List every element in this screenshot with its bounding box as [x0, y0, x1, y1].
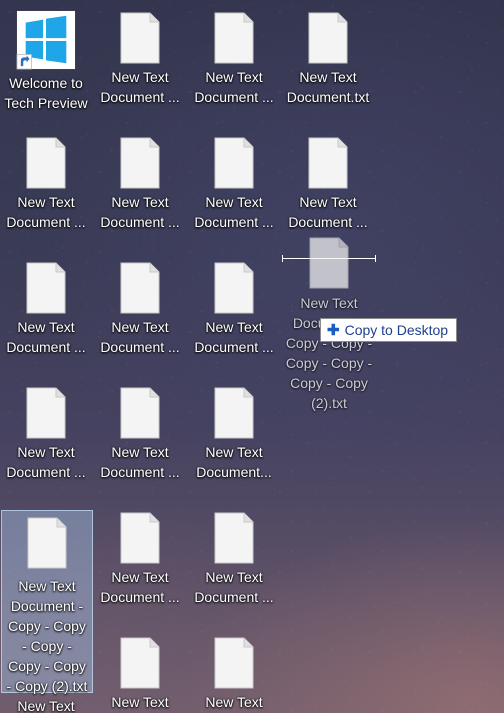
desktop-icon-text-file[interactable]: New Text Document ... — [188, 0, 280, 107]
text-file-icon — [308, 137, 348, 189]
plus-icon: ✚ — [327, 322, 340, 339]
desktop-icon-text-file[interactable]: New Text Document ... — [188, 250, 280, 357]
desktop-icon-text-file[interactable]: New Text Document ... — [282, 125, 374, 232]
drag-ghost-label: New Text Document - Copy - Copy - Copy -… — [285, 295, 373, 411]
desktop-icon-label: New Text Document ... — [6, 194, 86, 230]
windows-logo-icon — [16, 10, 76, 70]
desktop-icon-text-file[interactable]: New Text — [94, 625, 186, 712]
text-file-icon — [120, 512, 160, 564]
desktop-icon-text-file[interactable]: New Text Document.txt — [282, 0, 374, 107]
text-file-icon — [120, 262, 160, 314]
desktop-icon-label: New Text Document ... — [6, 319, 86, 355]
desktop-icon-label: New Text Document ... — [100, 444, 180, 480]
desktop-icon-text-file[interactable]: New Text Document ... — [94, 125, 186, 232]
text-file-icon — [120, 637, 160, 689]
desktop-icon-label: New Text Document... — [196, 444, 272, 480]
desktop-icon-label: New Text Document ... — [194, 569, 274, 605]
desktop-icon-label: New Text — [205, 694, 263, 710]
desktop-icon-label: New Text Document - Copy - Copy - Copy -… — [6, 578, 88, 694]
desktop-icon-label: New Text Document.txt — [286, 69, 370, 105]
desktop-icon-text-file[interactable]: New Text Document ... — [188, 125, 280, 232]
desktop-icon-label: New Text — [111, 694, 169, 710]
text-file-icon — [308, 12, 348, 64]
desktop-icon-text-file[interactable]: New Text — [0, 690, 92, 713]
desktop-icon-label: New Text Document ... — [100, 69, 180, 105]
drop-tooltip: ✚ Copy to Desktop — [320, 318, 458, 342]
desktop-icon-text-file[interactable]: New Text Document ... — [0, 375, 92, 482]
drop-tooltip-label: Copy to Desktop — [344, 322, 449, 338]
text-file-icon — [214, 262, 254, 314]
text-file-icon — [26, 137, 66, 189]
desktop-icon-label: Welcome to Tech Preview — [4, 75, 88, 111]
desktop-icon-welcome-shortcut[interactable]: Welcome to Tech Preview — [0, 0, 92, 113]
text-file-icon — [309, 237, 349, 289]
text-file-icon — [214, 137, 254, 189]
desktop-icon-text-file[interactable]: New Text Document ... — [94, 0, 186, 107]
desktop-icon-text-file[interactable]: New Text Document ... — [0, 125, 92, 232]
text-file-icon — [26, 262, 66, 314]
text-file-icon — [27, 517, 67, 569]
desktop-icon-text-file[interactable]: New Text Document ... — [94, 500, 186, 607]
text-file-icon — [120, 12, 160, 64]
desktop-icon-text-file[interactable]: New Text Document ... — [0, 250, 92, 357]
desktop-icon-label: New Text Document ... — [6, 444, 86, 480]
desktop-icon-label: New Text — [17, 698, 75, 713]
desktop-icon-text-file-selected[interactable]: New Text Document - Copy - Copy - Copy -… — [1, 510, 93, 694]
desktop-icon-label: New Text Document ... — [288, 194, 368, 230]
text-file-icon — [120, 137, 160, 189]
desktop-icon-label: New Text Document ... — [100, 569, 180, 605]
text-file-icon — [120, 387, 160, 439]
desktop-icon-label: New Text Document ... — [194, 319, 274, 355]
desktop-icon-text-file[interactable]: New Text Document ... — [94, 375, 186, 482]
text-file-icon — [26, 387, 66, 439]
desktop-icon-label: New Text Document ... — [194, 69, 274, 105]
text-file-icon — [214, 512, 254, 564]
desktop-icon-label: New Text Document ... — [194, 194, 274, 230]
desktop-icon-text-file[interactable]: New Text Document ... — [94, 250, 186, 357]
desktop-icon-text-file[interactable]: New Text Document ... — [188, 500, 280, 607]
desktop-icon-text-file[interactable]: New Text Document... — [188, 375, 280, 482]
text-file-icon — [214, 387, 254, 439]
text-file-icon — [214, 12, 254, 64]
text-file-icon — [214, 637, 254, 689]
desktop-icon-label: New Text Document ... — [100, 194, 180, 230]
desktop-icon-label: New Text Document ... — [100, 319, 180, 355]
desktop-icon-text-file[interactable]: New Text — [188, 625, 280, 712]
